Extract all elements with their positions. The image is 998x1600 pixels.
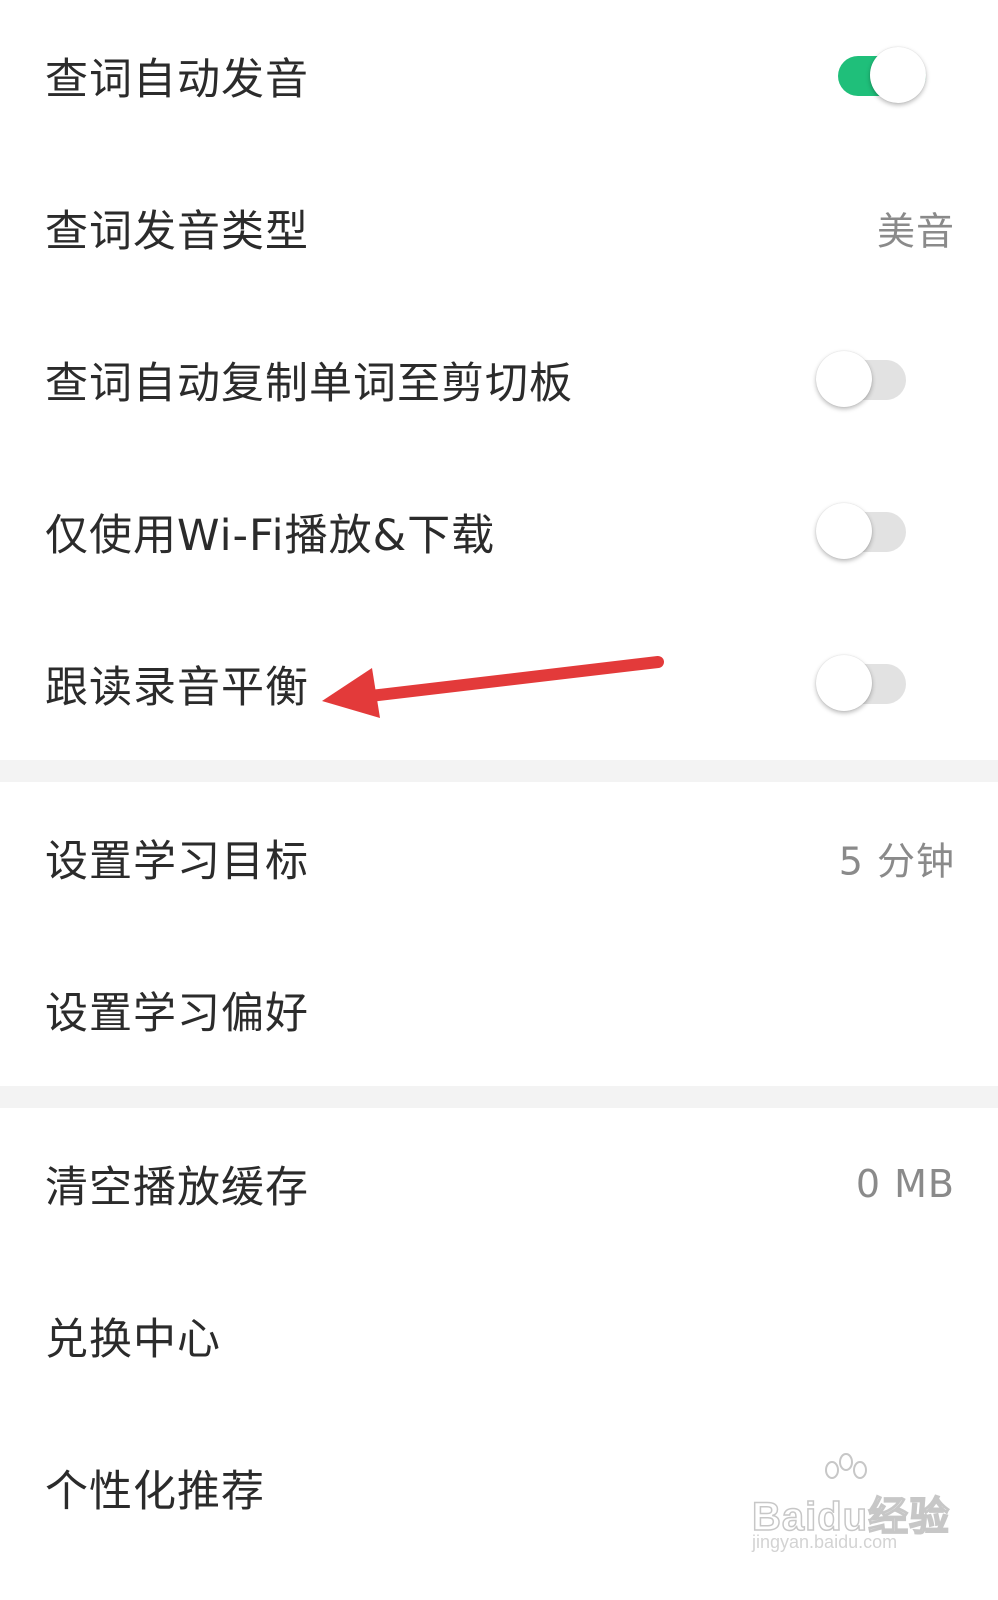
section-divider — [0, 760, 998, 782]
setting-value: 美音 — [876, 209, 955, 254]
setting-row-study-goal[interactable]: 设置学习目标 5 分钟 — [0, 782, 998, 934]
setting-label: 跟读录音平衡 — [45, 663, 309, 713]
auto-pronounce-toggle[interactable] — [838, 47, 926, 103]
setting-label: 仅使用Wi-Fi播放&下载 — [45, 511, 496, 561]
toggle-knob — [816, 655, 872, 711]
watermark-url: jingyan.baidu.com — [752, 1532, 898, 1552]
baidu-watermark: Baidu经验 jingyan.baidu.com — [750, 1453, 950, 1562]
setting-row-pronounce-type[interactable]: 查词发音类型 美音 — [0, 152, 998, 304]
auto-copy-toggle[interactable] — [816, 351, 906, 407]
setting-value: 0 MB — [855, 1162, 955, 1206]
setting-label: 设置学习目标 — [45, 837, 309, 887]
setting-row-auto-copy[interactable]: 查词自动复制单词至剪切板 — [0, 304, 998, 456]
setting-label: 兑换中心 — [45, 1315, 221, 1365]
toggle-knob — [816, 503, 872, 559]
setting-label: 查词自动发音 — [45, 55, 309, 105]
setting-label: 设置学习偏好 — [45, 989, 309, 1039]
setting-row-wifi-only[interactable]: 仅使用Wi-Fi播放&下载 — [0, 456, 998, 608]
setting-row-read-balance[interactable]: 跟读录音平衡 — [0, 608, 998, 760]
setting-label: 清空播放缓存 — [45, 1163, 309, 1213]
setting-row-auto-pronounce[interactable]: 查词自动发音 — [0, 0, 998, 152]
setting-label: 个性化推荐 — [45, 1467, 265, 1517]
read-balance-toggle[interactable] — [816, 655, 906, 711]
wifi-only-toggle[interactable] — [816, 503, 906, 559]
section-divider — [0, 1086, 998, 1108]
setting-row-redeem-center[interactable]: 兑换中心 — [0, 1260, 998, 1412]
setting-label: 查词自动复制单词至剪切板 — [45, 359, 573, 409]
toggle-knob — [870, 47, 926, 103]
toggle-knob — [816, 351, 872, 407]
setting-row-study-pref[interactable]: 设置学习偏好 — [0, 934, 998, 1086]
setting-value: 5 分钟 — [838, 839, 955, 884]
setting-label: 查词发音类型 — [45, 207, 309, 257]
setting-row-clear-cache[interactable]: 清空播放缓存 0 MB — [0, 1108, 998, 1260]
